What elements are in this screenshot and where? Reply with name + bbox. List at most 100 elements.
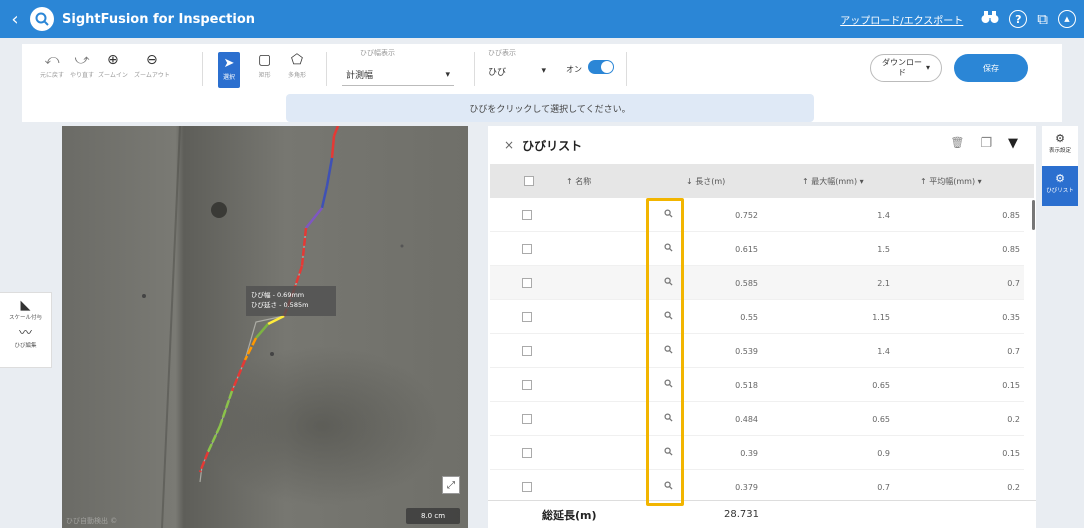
width-display-select[interactable]: 計測幅 ▾ — [342, 64, 454, 86]
row-checkbox[interactable] — [522, 448, 532, 458]
trash-icon[interactable]: 🗑 — [950, 136, 964, 151]
image-viewer[interactable]: ひび幅 - 0.69mm ひび延さ - 0.585m ⤢ 8.0 cm ひび自動… — [62, 126, 468, 528]
chevron-down-icon: ▾ — [925, 63, 930, 72]
zoom-out-icon: ⊖ — [146, 52, 158, 68]
binoculars-icon[interactable] — [981, 10, 999, 28]
crack-display-select[interactable]: ひび ▾ — [484, 60, 550, 82]
crack-list-panel: × ひびリスト 🗑 ❐ ▼ ↑ 名称 ↓ 長さ(m) ↑ 最大幅(mm) ▾ ↑… — [488, 126, 1036, 528]
scale-indicator: 8.0 cm — [406, 508, 460, 524]
undo-icon: ⤺ — [44, 52, 60, 68]
row-checkbox[interactable] — [522, 482, 532, 492]
row-checkbox[interactable] — [522, 210, 532, 220]
table-row[interactable]: 0.539 1.4 0.7 — [490, 334, 1024, 368]
back-icon[interactable]: ‹ — [0, 9, 30, 30]
scrollbar[interactable] — [1032, 200, 1035, 230]
crack-display-toggle[interactable] — [588, 60, 614, 74]
chevron-down-icon: ▾ — [541, 66, 546, 76]
scale-button[interactable]: ◣ スケール付与 — [0, 298, 51, 322]
expand-icon[interactable]: ⤢ — [442, 476, 460, 494]
column-length[interactable]: ↓ 長さ(m) — [686, 164, 725, 198]
help-icon[interactable]: ? — [1009, 10, 1028, 28]
toggle-knob — [601, 61, 613, 73]
left-tool-panel: ◣ スケール付与 〰 ひび編集 — [0, 292, 52, 368]
save-button[interactable]: 保存 — [954, 54, 1028, 82]
copy-icon[interactable]: ❐ — [980, 136, 992, 151]
crack-list-icon: ⚙ — [1055, 172, 1065, 185]
table-row[interactable]: 0.379 0.7 0.2 — [490, 470, 1024, 504]
filter-icon[interactable]: ▼ — [1008, 136, 1018, 151]
max-width-cell: 0.9 — [877, 448, 890, 458]
max-width-cell: 1.4 — [877, 210, 890, 220]
table-row[interactable]: 0.615 1.5 0.85 — [490, 232, 1024, 266]
crack-display-label: ひび表示 — [488, 49, 516, 57]
length-cell: 0.379 — [735, 482, 758, 492]
rect-tool-button[interactable]: ▢ 矩形 — [258, 52, 271, 79]
polygon-tool-button[interactable]: ⬠ 多角形 — [288, 52, 306, 79]
crack-list-tab[interactable]: ⚙ ひびリスト — [1042, 166, 1078, 206]
row-checkbox[interactable] — [522, 312, 532, 322]
avg-width-cell: 0.2 — [1007, 482, 1020, 492]
column-avg-width[interactable]: ↑ 平均幅(mm) ▾ — [920, 164, 982, 198]
table-row[interactable]: 0.752 1.4 0.85 — [490, 198, 1024, 232]
max-width-cell: 1.4 — [877, 346, 890, 356]
row-checkbox[interactable] — [522, 346, 532, 356]
total-length-label: 総延長(m) — [542, 509, 597, 522]
table-row[interactable]: 0.585 2.1 0.7 — [490, 266, 1024, 300]
crack-edit-button[interactable]: 〰 ひび編集 — [0, 326, 51, 350]
max-width-cell: 1.15 — [872, 312, 890, 322]
close-icon[interactable]: × — [504, 138, 514, 152]
table-row[interactable]: 0.55 1.15 0.35 — [490, 300, 1024, 334]
polygon-icon: ⬠ — [290, 52, 304, 68]
app-header: ‹ SightFusion for Inspection アップロード/エクスポ… — [0, 0, 1084, 38]
table-row[interactable]: 0.518 0.65 0.15 — [490, 368, 1024, 402]
width-display-label: ひび幅表示 — [360, 49, 395, 57]
divider — [326, 52, 327, 86]
divider — [626, 52, 627, 86]
toolbar: ⤺ 元に戻す ⤻ やり直す ⊕ ズームイン ⊖ ズームアウト ➤ 選択 ▢ 矩形… — [22, 44, 1062, 122]
total-row: 総延長(m) 28.731 — [488, 500, 1036, 528]
avg-width-cell: 0.7 — [1007, 346, 1020, 356]
max-width-cell: 2.1 — [877, 278, 890, 288]
download-button[interactable]: ダウンロード ▾ — [870, 54, 942, 82]
instruction-banner: ひびをクリックして選択してください。 — [286, 94, 814, 122]
undo-button[interactable]: ⤺ 元に戻す — [40, 52, 64, 79]
row-checkbox[interactable] — [522, 278, 532, 288]
crack-wave-icon: 〰 — [18, 326, 32, 341]
external-link-icon[interactable]: ⧉ — [1037, 10, 1048, 28]
length-cell: 0.55 — [740, 312, 758, 322]
cursor-icon: ➤ — [223, 56, 235, 71]
column-name[interactable]: ↑ 名称 — [566, 164, 591, 198]
row-checkbox[interactable] — [522, 414, 532, 424]
avg-width-cell: 0.85 — [1002, 210, 1020, 220]
upload-export-link[interactable]: アップロード/エクスポート — [840, 12, 963, 27]
ruler-icon: ◣ — [20, 298, 31, 313]
length-cell: 0.39 — [740, 448, 758, 458]
length-cell: 0.752 — [735, 210, 758, 220]
avg-width-cell: 0.15 — [1002, 380, 1020, 390]
row-checkbox[interactable] — [522, 244, 532, 254]
length-cell: 0.539 — [735, 346, 758, 356]
zoom-in-icon: ⊕ — [107, 52, 119, 68]
redo-icon: ⤻ — [74, 52, 90, 68]
redo-button[interactable]: ⤻ やり直す — [70, 52, 94, 79]
row-checkbox[interactable] — [522, 380, 532, 390]
display-settings-tab[interactable]: ⚙ 表示設定 — [1042, 126, 1078, 166]
max-width-cell: 1.5 — [877, 244, 890, 254]
max-width-cell: 0.65 — [872, 414, 890, 424]
select-all-checkbox[interactable] — [524, 176, 534, 186]
table-row[interactable]: 0.39 0.9 0.15 — [490, 436, 1024, 470]
concrete-image — [62, 126, 468, 528]
user-icon[interactable]: ▲ — [1058, 10, 1076, 28]
avg-width-cell: 0.2 — [1007, 414, 1020, 424]
length-cell: 0.585 — [735, 278, 758, 288]
table-header: ↑ 名称 ↓ 長さ(m) ↑ 最大幅(mm) ▾ ↑ 平均幅(mm) ▾ — [490, 164, 1034, 198]
select-tool-button[interactable]: ➤ 選択 — [218, 52, 240, 88]
length-cell: 0.615 — [735, 244, 758, 254]
avg-width-cell: 0.15 — [1002, 448, 1020, 458]
settings-icon: ⚙ — [1055, 132, 1065, 145]
toggle-label: オン — [566, 65, 582, 74]
zoom-in-button[interactable]: ⊕ ズームイン — [98, 52, 128, 79]
column-max-width[interactable]: ↑ 最大幅(mm) ▾ — [802, 164, 864, 198]
zoom-out-button[interactable]: ⊖ ズームアウト — [134, 52, 170, 79]
table-row[interactable]: 0.484 0.65 0.2 — [490, 402, 1024, 436]
